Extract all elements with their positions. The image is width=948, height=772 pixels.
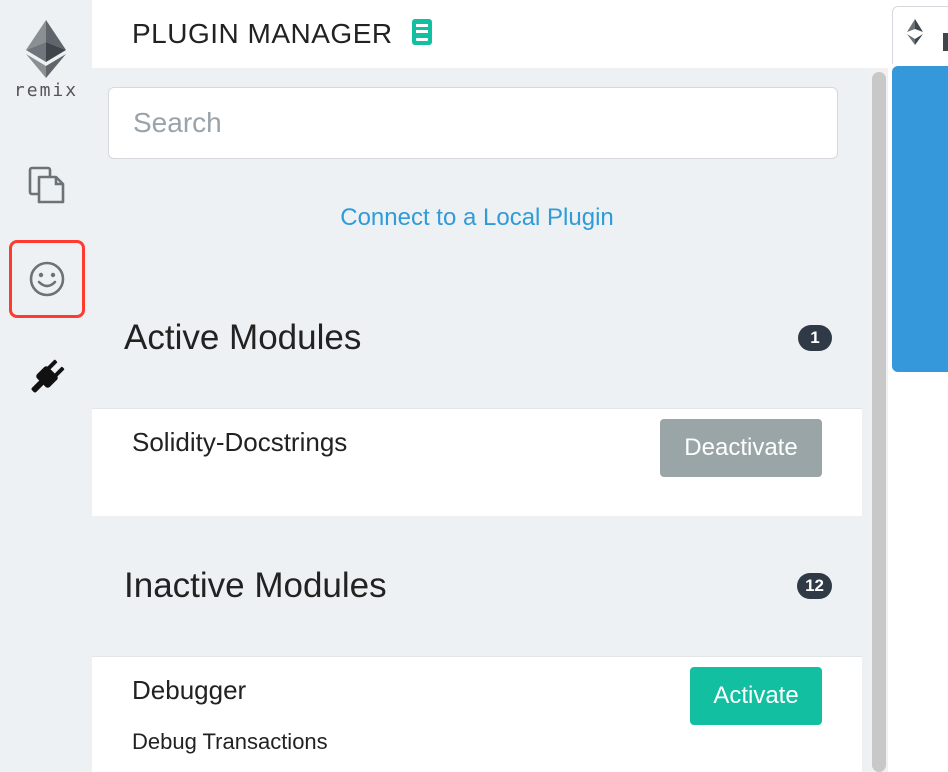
inactive-count-badge: 12 <box>797 573 832 599</box>
deactivate-button[interactable]: Deactivate <box>660 419 822 477</box>
inactive-modules-title: Inactive Modules <box>124 566 387 605</box>
list-item: Solidity-Docstrings Deactivate <box>92 408 862 516</box>
book-icon[interactable] <box>411 18 433 51</box>
activate-button[interactable]: Activate <box>690 667 822 725</box>
connect-local-plugin-link[interactable]: Connect to a Local Plugin <box>92 204 862 232</box>
active-count-badge: 1 <box>798 325 832 351</box>
remix-logo[interactable]: remix <box>0 20 92 101</box>
home-tab[interactable] <box>892 6 948 64</box>
module-name: Debugger <box>132 675 247 705</box>
plugin-icon <box>31 359 65 393</box>
plugin-manager-button[interactable] <box>10 340 84 414</box>
smiley-icon <box>29 261 65 297</box>
page-title: PLUGIN MANAGER <box>132 18 393 49</box>
icon-sidebar: remix <box>0 0 92 772</box>
logo-text: remix <box>13 80 79 101</box>
active-modules-header: Active Modules 1 <box>124 318 832 358</box>
plugin-manager-panel: PLUGIN MANAGER Connect to a Local Plugin… <box>92 0 870 772</box>
active-modules-title: Active Modules <box>124 318 362 357</box>
search-input[interactable] <box>108 87 838 159</box>
file-explorer-icon <box>28 166 65 204</box>
ethereum-icon <box>26 20 66 78</box>
tab-edge <box>943 33 948 51</box>
ethereum-icon <box>907 19 923 45</box>
module-description: Debug Transactions <box>132 729 328 754</box>
module-name: Solidity-Docstrings <box>132 427 348 457</box>
file-explorer-button[interactable] <box>10 148 84 222</box>
plugin-smiley-button[interactable] <box>9 240 85 318</box>
panel-header: PLUGIN MANAGER <box>92 0 870 68</box>
home-banner <box>892 66 948 372</box>
inactive-modules-header: Inactive Modules 12 <box>124 566 832 606</box>
list-item: Debugger Debug Transactions Activate <box>92 656 862 772</box>
scrollbar-thumb[interactable] <box>872 72 886 772</box>
